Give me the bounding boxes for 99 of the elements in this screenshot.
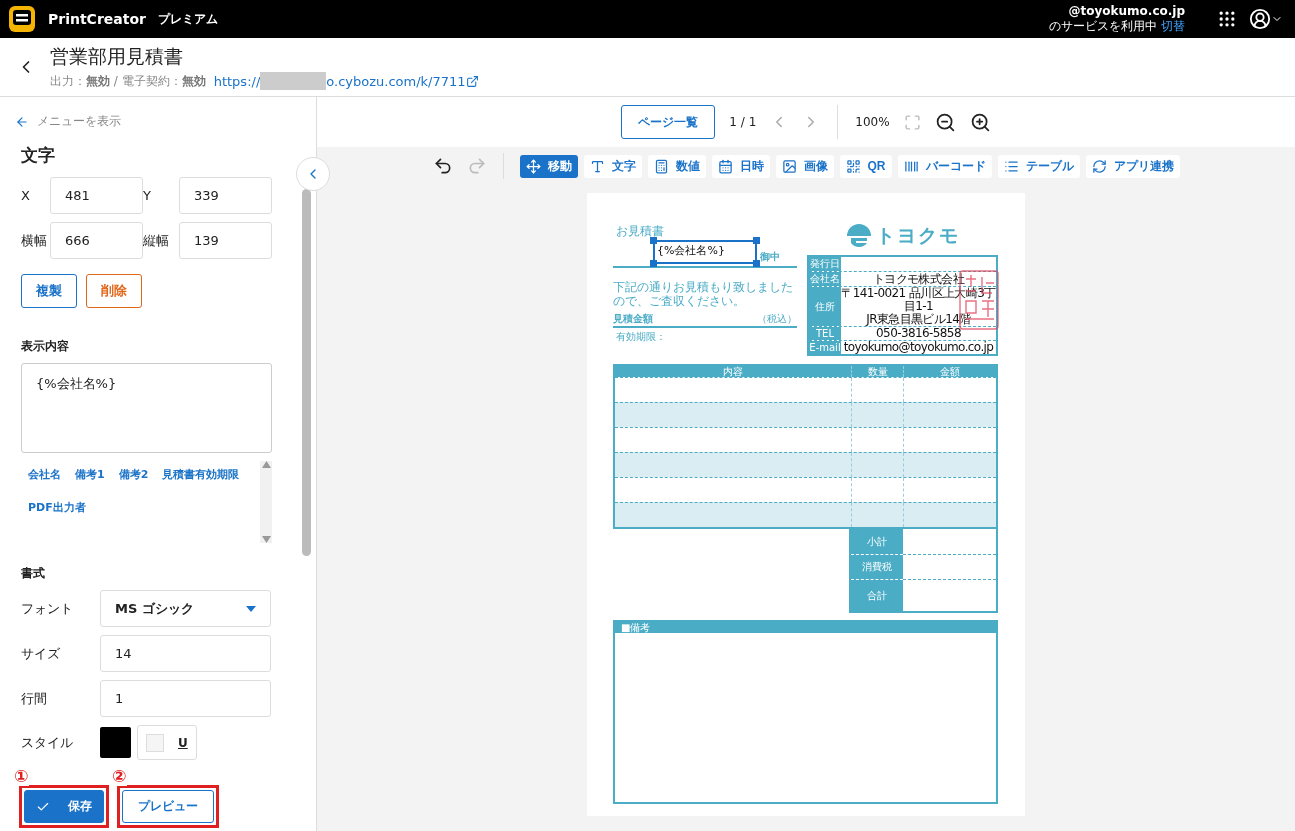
field-label: スタイル — [21, 733, 74, 752]
input-field[interactable]: 139 — [179, 222, 272, 259]
company-logo-text: トヨクモ — [875, 223, 960, 248]
app-logo — [8, 5, 36, 33]
calendar-icon — [717, 158, 733, 174]
template-title: お見積書 — [616, 223, 665, 240]
input-field[interactable]: 481 — [50, 177, 143, 214]
underline-label: U — [178, 735, 188, 750]
field-chip[interactable]: 備考1 — [75, 467, 105, 482]
zoom-in-icon[interactable] — [969, 111, 991, 133]
move-icon — [525, 158, 541, 174]
page-indicator: 1 / 1 — [729, 115, 757, 129]
selected-text-element[interactable]: {%会社名%} — [653, 240, 757, 264]
url-link[interactable]: https:// — [213, 73, 261, 89]
qr-code-icon — [845, 158, 861, 174]
barcode-icon — [903, 158, 919, 174]
info-label: TEL — [809, 327, 841, 340]
zoom-level: 100% — [855, 115, 890, 129]
section-title: 文字 — [21, 144, 56, 167]
dropdown-caret-icon — [246, 605, 256, 612]
redaction-bar — [260, 72, 327, 90]
page-list-button[interactable]: ページ一覧 — [621, 105, 716, 139]
tool-button[interactable]: アプリ連携 — [1085, 154, 1180, 178]
tool-button[interactable]: 数値 — [647, 154, 706, 178]
preview-button[interactable]: プレビュー — [122, 790, 214, 823]
info-label: 会社名 — [809, 272, 841, 286]
field-label: 縦幅 — [143, 231, 170, 250]
app-name: PrintCreator — [48, 11, 146, 27]
duplicate-button[interactable]: 複製 — [21, 274, 77, 308]
amount-label: 見積金額 — [613, 312, 653, 326]
tool-button[interactable]: QR — [839, 154, 892, 178]
field-chip[interactable]: PDF出力者 — [28, 500, 86, 515]
apps-grid-icon[interactable] — [1217, 9, 1237, 29]
input-field[interactable]: 1 — [100, 680, 271, 717]
input-field[interactable]: 14 — [100, 635, 271, 672]
section-label: 表示内容 — [21, 338, 70, 355]
plan-label: プレミアム — [157, 10, 218, 28]
font-select[interactable]: MS ゴシック — [100, 590, 271, 627]
tax-note: （税込） — [757, 312, 797, 326]
color-swatch[interactable] — [100, 727, 131, 758]
input-field[interactable]: 666 — [50, 222, 143, 259]
field-label: フォント — [21, 599, 74, 618]
external-link-icon[interactable] — [465, 74, 479, 88]
field-label: Y — [143, 188, 152, 203]
tool-button[interactable]: 画像 — [775, 154, 834, 178]
sync-icon — [1091, 158, 1107, 174]
validity-label: 有効期限： — [616, 330, 667, 344]
status-text: 出力：無効 / 電子契約：無効 — [50, 72, 206, 90]
service-text: のサービスを利用中 — [1049, 19, 1157, 33]
column-header: 数量 — [851, 366, 903, 377]
tool-button[interactable]: 文字 — [583, 154, 642, 178]
field-chip[interactable]: 備考2 — [118, 467, 149, 482]
section-label: 書式 — [21, 565, 46, 582]
save-button[interactable]: 保存 — [24, 790, 104, 823]
calculator-icon — [653, 158, 669, 174]
company-logo-icon — [845, 224, 872, 248]
total-label: 消費税 — [851, 554, 903, 579]
total-label: 小計 — [851, 529, 903, 554]
switch-link[interactable]: 切替 — [1161, 19, 1185, 33]
info-label: 発行日 — [809, 257, 841, 271]
field-chip[interactable]: 会社名 — [28, 467, 61, 482]
tool-button[interactable]: バーコード — [897, 154, 992, 178]
info-label: 住所 — [809, 287, 841, 326]
content-textarea[interactable]: {%会社名%} — [21, 363, 272, 453]
remarks-label: ■備考 — [615, 622, 996, 633]
field-label: 横幅 — [21, 231, 48, 250]
delete-button[interactable]: 削除 — [86, 274, 142, 308]
show-menu-link[interactable]: メニューを表示 — [37, 113, 121, 130]
tool-button[interactable]: テーブル — [997, 154, 1080, 178]
info-value: 〒141-0021 品川区上大崎3丁目1-1 — [841, 287, 996, 313]
tool-button[interactable]: 日時 — [711, 154, 770, 178]
info-value: トヨクモ株式会社 — [872, 272, 965, 286]
field-chip[interactable]: 見積書有効期限 — [162, 467, 240, 482]
undo-icon[interactable] — [432, 156, 453, 176]
info-value: toyokumo@toyokumo.co.jp — [843, 341, 994, 354]
document-title: 営業部用見積書 — [50, 44, 184, 69]
honorific-text: 御中 — [760, 250, 780, 264]
note-text: 下記の通りお見積もり致しましたので、ご査収ください。 — [613, 280, 794, 308]
column-header: 内容 — [615, 366, 851, 377]
checkbox[interactable] — [146, 733, 164, 752]
info-value: 050-3816-5858 — [876, 327, 961, 340]
image-icon — [781, 158, 797, 174]
url-link[interactable]: o.cybozu.com/k/7711 — [326, 73, 466, 89]
field-label: 行間 — [21, 689, 48, 708]
scroll-up-icon[interactable] — [261, 461, 271, 468]
info-value: JR東急目黒ビル14階 — [866, 313, 971, 326]
total-label: 合計 — [851, 579, 903, 611]
input-field[interactable]: 339 — [179, 177, 272, 214]
field-label: サイズ — [21, 644, 61, 663]
zoom-out-icon[interactable] — [934, 111, 956, 133]
column-header: 金額 — [903, 366, 996, 377]
info-label: E-mail — [809, 341, 841, 354]
account-icon[interactable] — [1249, 8, 1271, 30]
scroll-down-icon[interactable] — [261, 536, 271, 543]
tool-button[interactable]: 移動 — [519, 154, 578, 178]
text-icon — [589, 158, 605, 174]
field-label: X — [21, 188, 31, 203]
account-domain: @toyokumo.co.jp — [1068, 4, 1185, 19]
list-icon — [1003, 158, 1019, 174]
